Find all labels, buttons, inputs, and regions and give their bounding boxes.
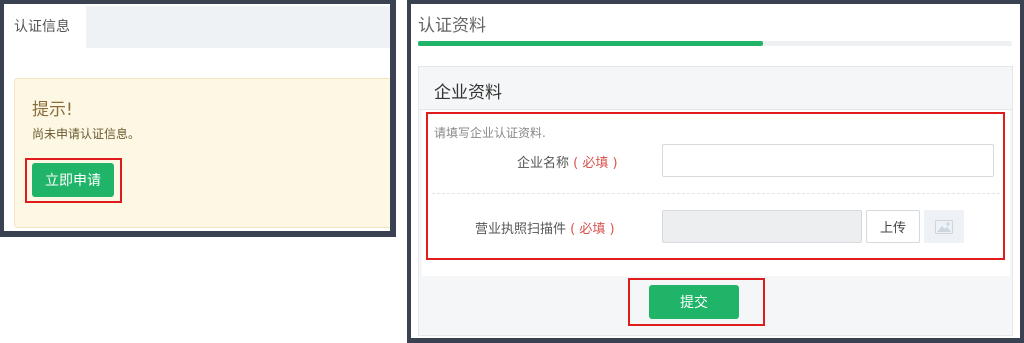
form-highlight	[426, 112, 1005, 260]
tab-bar: 认证信息	[4, 6, 390, 48]
progress-fill	[418, 41, 763, 46]
page-title: 认证资料	[418, 16, 486, 36]
auth-form-content: 认证资料 企业资料 请填写企业认证资料. 企业名称 ( 必填 ) 营业执照扫描件…	[411, 4, 1020, 338]
apply-now-button[interactable]: 立即申请	[32, 163, 114, 197]
submit-button[interactable]: 提交	[649, 285, 739, 319]
auth-info-content: 认证信息 提示! 尚未申请认证信息。 立即申请	[4, 4, 390, 231]
tab-auth-info[interactable]: 认证信息	[4, 6, 86, 48]
section-title: 企业资料	[434, 83, 502, 103]
notice-alert: 提示! 尚未申请认证信息。 立即申请	[14, 78, 390, 228]
auth-info-window: 认证信息 提示! 尚未申请认证信息。 立即申请	[0, 0, 396, 237]
progress-bar	[418, 41, 1012, 46]
auth-form-window: 认证资料 企业资料 请填写企业认证资料. 企业名称 ( 必填 ) 营业执照扫描件…	[407, 0, 1024, 343]
alert-title: 提示!	[32, 100, 73, 120]
alert-message: 尚未申请认证信息。	[32, 127, 141, 141]
